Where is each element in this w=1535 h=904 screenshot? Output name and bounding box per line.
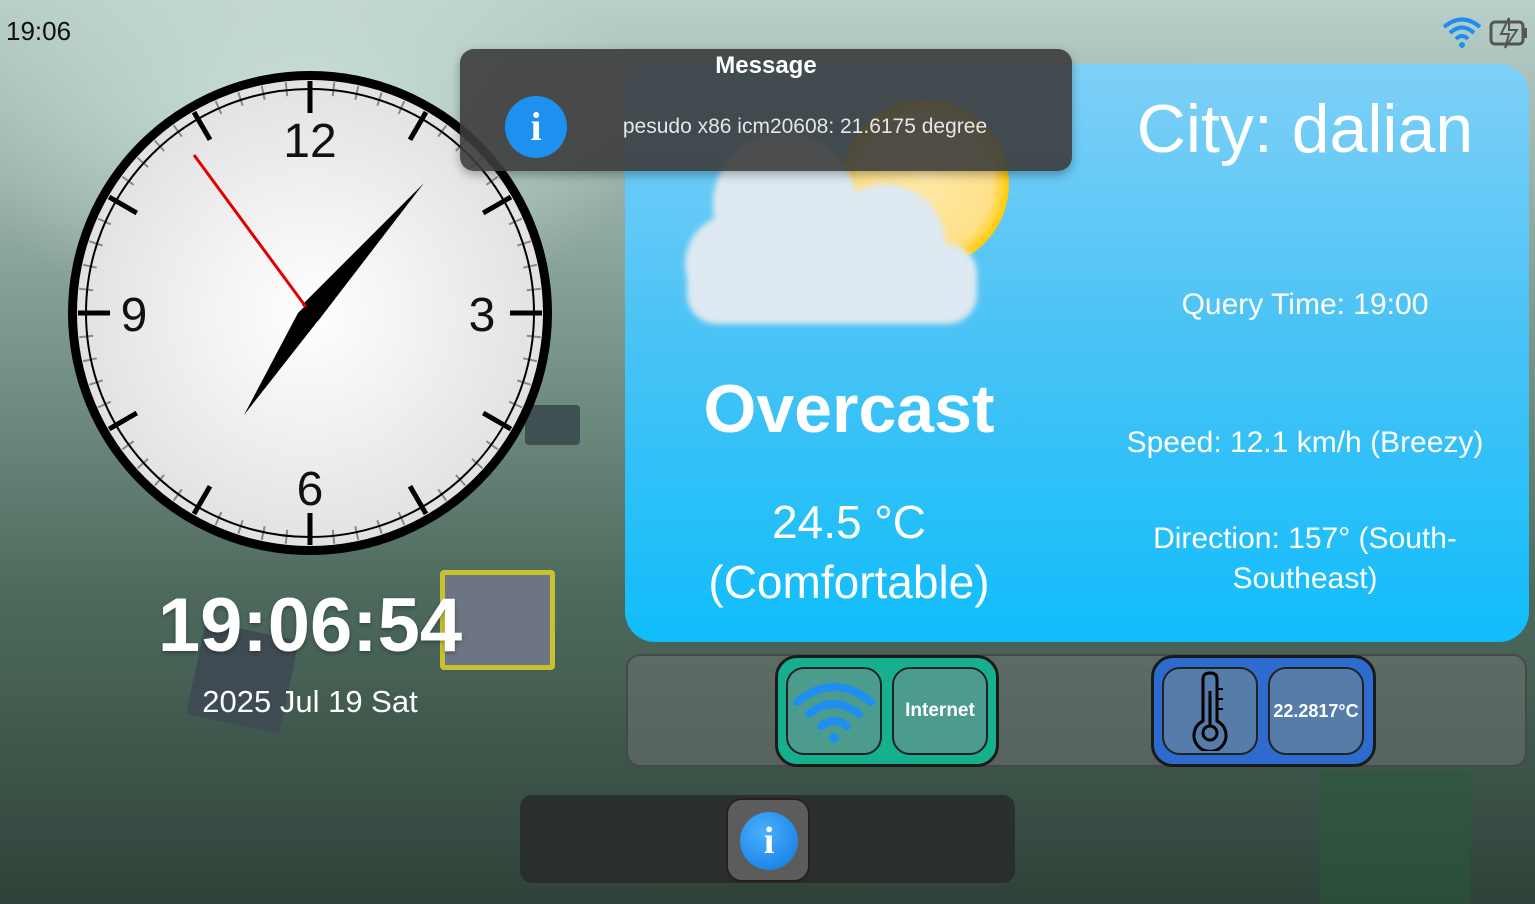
message-popup[interactable]: Message i pesudo x86 icm20608: 21.6175 d… [460, 49, 1072, 171]
thermometer-cell [1162, 667, 1258, 755]
digital-clock: 19:06:54 [157, 583, 463, 668]
background-plant [1320, 770, 1470, 904]
comfort-label: (Comfortable) [708, 556, 990, 608]
clock-numeral-3: 3 [469, 289, 496, 342]
charging-battery-icon [1489, 17, 1527, 49]
message-title: Message [715, 52, 817, 79]
city-label: City: dalian [1136, 91, 1474, 167]
wind-speed: Speed: 12.1 km/h (Breezy) [1126, 426, 1484, 459]
status-bar-time: 19:06 [6, 16, 72, 46]
network-status-widget[interactable]: Internet [775, 655, 999, 767]
wifi-icon [1442, 17, 1482, 48]
info-icon: i [740, 812, 798, 870]
clock-center [303, 306, 317, 320]
query-time: Query Time: 19:00 [1181, 288, 1429, 321]
wifi-icon [793, 683, 875, 743]
network-icon-cell [786, 667, 882, 755]
weather-condition: Overcast [703, 371, 995, 447]
wind-direction-line1: Direction: 157° (South- [1153, 522, 1457, 555]
date-label: 2025 Jul 19 Sat [202, 684, 418, 719]
info-button[interactable]: i [726, 798, 810, 882]
info-icon: i [505, 96, 567, 158]
temperature-value: 24.5 °C [772, 496, 926, 548]
network-label: Internet [892, 667, 988, 755]
status-icons [1441, 14, 1529, 50]
message-text: pesudo x86 icm20608: 21.6175 degree [622, 115, 988, 138]
status-strip [626, 654, 1527, 767]
thermometer-icon [1192, 671, 1228, 751]
wind-direction: Direction: 157° (South- Southeast) [1095, 519, 1515, 599]
clock-numeral-6: 6 [297, 463, 324, 516]
temperature-sensor-widget[interactable]: 22.2817°C [1151, 655, 1376, 767]
wind-direction-line2: Southeast) [1232, 562, 1378, 595]
clock-numeral-9: 9 [121, 289, 148, 342]
clock-numeral-12: 12 [283, 115, 336, 168]
sensor-value: 22.2817°C [1268, 667, 1364, 755]
weather-temperature: 24.5 °C (Comfortable) [665, 492, 1033, 612]
